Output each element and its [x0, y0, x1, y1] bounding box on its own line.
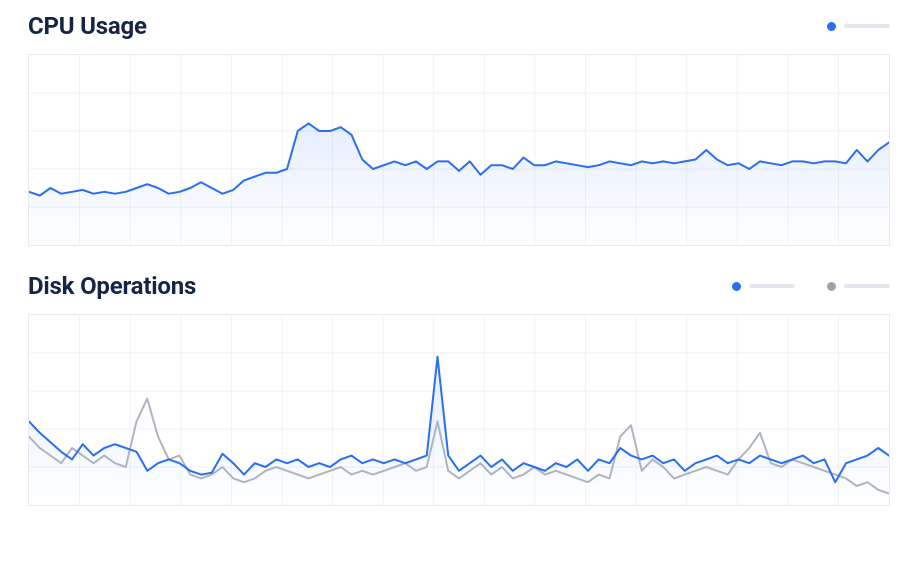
panel-header: CPU Usage	[28, 12, 890, 40]
cpu-plot	[29, 55, 889, 245]
cpu-chart-area[interactable]	[28, 54, 890, 246]
legend-line-icon	[749, 284, 795, 288]
legend-dot-icon	[827, 282, 836, 291]
legend-item-blue[interactable]	[732, 282, 795, 291]
disk-plot	[29, 315, 889, 505]
cpu-usage-panel: CPU Usage	[0, 0, 918, 246]
legend-dot-icon	[732, 282, 741, 291]
panel-header: Disk Operations	[28, 272, 890, 300]
cpu-legend	[827, 22, 890, 31]
disk-chart-area[interactable]	[28, 314, 890, 506]
legend-line-icon	[844, 284, 890, 288]
disk-title: Disk Operations	[28, 272, 196, 300]
cpu-title: CPU Usage	[28, 12, 147, 40]
legend-item-grey[interactable]	[827, 282, 890, 291]
disk-legend	[732, 282, 890, 291]
legend-item-blue[interactable]	[827, 22, 890, 31]
legend-line-icon	[844, 24, 890, 28]
disk-operations-panel: Disk Operations	[0, 246, 918, 506]
legend-dot-icon	[827, 22, 836, 31]
